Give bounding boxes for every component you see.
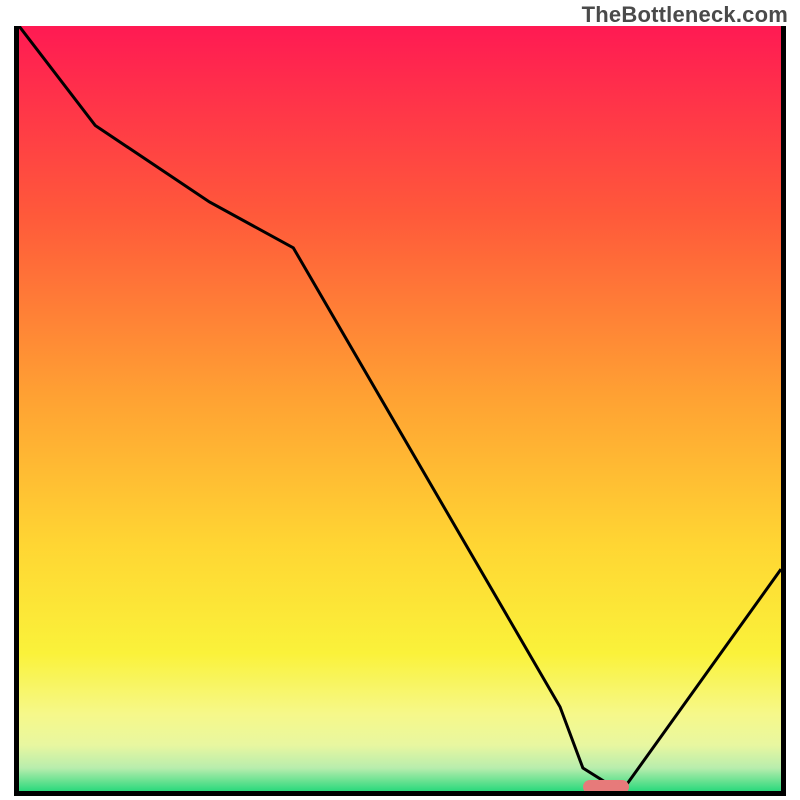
watermark-text: TheBottleneck.com	[582, 2, 788, 28]
chart-frame	[14, 26, 786, 796]
optimal-marker	[583, 780, 629, 794]
plot-area	[14, 26, 786, 796]
curve-svg	[19, 26, 781, 791]
bottleneck-curve	[19, 26, 781, 787]
